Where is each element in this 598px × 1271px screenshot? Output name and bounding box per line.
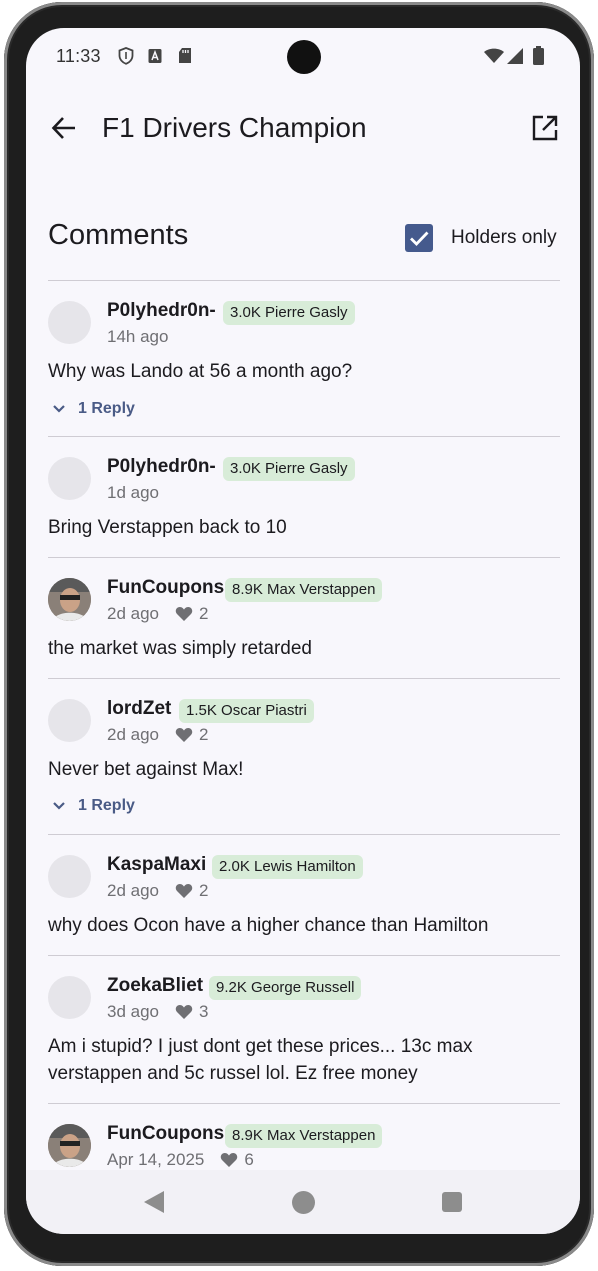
like-count: 2: [199, 881, 209, 900]
comment-time: 2d ago: [107, 604, 159, 623]
system-nav-bar: [26, 1170, 580, 1234]
page-title: F1 Drivers Champion: [102, 112, 367, 143]
comment-text: Bring Verstappen back to 10: [48, 517, 287, 538]
holder-badge: 1.5K Oscar Piastri: [179, 699, 314, 723]
heart-icon[interactable]: [175, 883, 193, 899]
comment-meta: 3d ago 3: [107, 1002, 208, 1022]
replies-toggle[interactable]: 1 Reply: [52, 794, 135, 818]
signal-icon: [507, 48, 523, 64]
comment-text: why does Ocon have a higher chance than …: [48, 915, 489, 936]
nav-recents-icon[interactable]: [442, 1192, 462, 1212]
comments-title: Comments: [48, 219, 189, 251]
comment-meta: 2d ago 2: [107, 725, 208, 745]
comment-time: 1d ago: [107, 483, 159, 502]
comment-text: the market was simply retarded: [48, 638, 312, 659]
avatar[interactable]: [48, 1124, 91, 1167]
comment-meta: 2d ago 2: [107, 604, 208, 624]
nav-back-icon[interactable]: [143, 1190, 165, 1214]
comment-time: 2d ago: [107, 725, 159, 744]
status-time: 11:33: [56, 46, 101, 66]
holder-badge: 8.9K Max Verstappen: [225, 1124, 383, 1148]
comment-text-line: verstappen and 5c russel lol. Ez free mo…: [48, 1063, 418, 1084]
avatar[interactable]: [48, 457, 91, 500]
holder-badge: 2.0K Lewis Hamilton: [212, 855, 363, 879]
comment-item: lordZet 1.5K Oscar Piastri 2d ago 2 Neve…: [48, 679, 560, 834]
holder-badge: 8.9K Max Verstappen: [225, 578, 383, 602]
comment-meta: Apr 14, 2025 6: [107, 1150, 254, 1170]
comment-username[interactable]: P0lyhedr0n-: [107, 300, 216, 322]
holder-badge: 3.0K Pierre Gasly: [223, 301, 355, 325]
comment-time: 14h ago: [107, 327, 169, 346]
user-photo: [48, 578, 91, 621]
replies-label: 1 Reply: [78, 400, 135, 417]
replies-label: 1 Reply: [78, 797, 135, 814]
comment-username[interactable]: FunCoupons: [107, 577, 224, 599]
front-camera: [287, 40, 321, 74]
holders-only-checkbox[interactable]: [405, 224, 433, 252]
avatar[interactable]: [48, 301, 91, 344]
replies-toggle[interactable]: 1 Reply: [52, 397, 135, 421]
nav-home-icon[interactable]: [292, 1191, 315, 1214]
comment-item: P0lyhedr0n- 3.0K Pierre Gasly 1d ago Bri…: [48, 437, 560, 557]
comment-item: FunCoupons 8.9K Max Verstappen 2d ago 2 …: [48, 558, 560, 678]
avatar[interactable]: [48, 699, 91, 742]
check-icon: [410, 231, 429, 247]
chevron-down-icon: [53, 405, 65, 413]
comment-text: Never bet against Max!: [48, 759, 244, 780]
top-app-bar: F1 Drivers Champion: [26, 98, 580, 158]
heart-icon[interactable]: [220, 1152, 238, 1168]
holders-only-label[interactable]: Holders only: [451, 227, 557, 249]
comment-item: P0lyhedr0n- 3.0K Pierre Gasly 14h ago Wh…: [48, 281, 560, 436]
like-count: 3: [199, 1002, 209, 1021]
heart-icon[interactable]: [175, 606, 193, 622]
comment-text: Why was Lando at 56 a month ago?: [48, 361, 353, 382]
holder-badge: 3.0K Pierre Gasly: [223, 457, 355, 481]
holder-badge: 9.2K George Russell: [209, 976, 362, 1000]
comment-username[interactable]: ZoekaBliet: [107, 975, 203, 997]
comment-item: KaspaMaxi 2.0K Lewis Hamilton 2d ago 2 w…: [48, 835, 560, 955]
avatar[interactable]: [48, 855, 91, 898]
comment-username[interactable]: P0lyhedr0n-: [107, 456, 216, 478]
comment-meta: 14h ago: [107, 327, 168, 347]
comment-time: 3d ago: [107, 1002, 159, 1021]
user-photo: [48, 1124, 91, 1167]
avatar[interactable]: [48, 976, 91, 1019]
comment-time: Apr 14, 2025: [107, 1150, 205, 1169]
heart-icon[interactable]: [175, 1004, 193, 1020]
screen: 11:33 F1 Drivers Champion Comments Holde…: [26, 28, 580, 1234]
avatar[interactable]: [48, 578, 91, 621]
comment-username[interactable]: KaspaMaxi: [107, 854, 206, 876]
wifi-icon: [484, 48, 504, 63]
phone-frame: 11:33 F1 Drivers Champion Comments Holde…: [4, 2, 594, 1266]
open-external-icon[interactable]: [530, 113, 560, 143]
comments-header: Comments Holders only: [48, 206, 560, 280]
comment-text-line: Am i stupid? I just dont get these price…: [48, 1036, 473, 1057]
comments-section: Comments Holders only P0lyhedr0n- 3.0K P…: [48, 206, 560, 1184]
sd-card-icon: [179, 48, 191, 63]
comment-time: 2d ago: [107, 881, 159, 900]
back-arrow-icon[interactable]: [50, 114, 78, 142]
battery-icon: [533, 46, 544, 65]
comment-meta: 1d ago: [107, 483, 159, 503]
shield-icon: [118, 47, 134, 65]
comment-item: ZoekaBliet 9.2K George Russell 3d ago 3 …: [48, 956, 560, 1103]
comment-username[interactable]: lordZet: [107, 698, 171, 720]
like-count: 6: [244, 1150, 254, 1169]
comment-username[interactable]: FunCoupons: [107, 1123, 224, 1145]
comment-meta: 2d ago 2: [107, 881, 208, 901]
heart-icon[interactable]: [175, 727, 193, 743]
chevron-down-icon: [53, 802, 65, 810]
like-count: 2: [199, 725, 209, 744]
like-count: 2: [199, 604, 209, 623]
text-a-icon: [148, 49, 162, 63]
